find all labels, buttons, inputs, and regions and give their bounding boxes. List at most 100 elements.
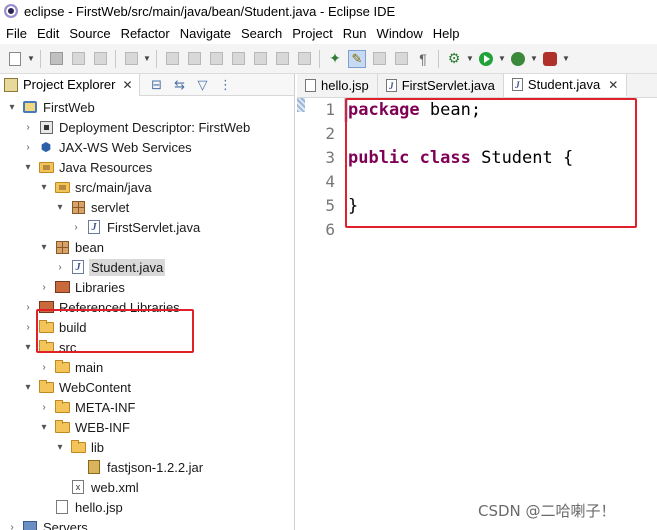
disconnect-icon[interactable] bbox=[229, 50, 247, 68]
expanded-chevron-icon[interactable]: ▾ bbox=[6, 102, 18, 113]
expanded-chevron-icon[interactable]: ▾ bbox=[54, 202, 66, 213]
link-with-editor-icon[interactable]: ⇆ bbox=[171, 76, 189, 94]
collapsed-chevron-icon[interactable]: › bbox=[22, 302, 34, 313]
xml-file-icon: x bbox=[70, 479, 86, 495]
show-whitespace-icon[interactable]: ¶ bbox=[414, 50, 432, 68]
debug-gear-icon[interactable]: ⚙ bbox=[445, 50, 463, 68]
collapsed-chevron-icon[interactable]: › bbox=[6, 522, 18, 530]
tree-item-student-java[interactable]: › J Student.java bbox=[54, 257, 166, 277]
expanded-chevron-icon[interactable]: ▾ bbox=[22, 342, 34, 353]
new-dropdown-icon[interactable]: ▼ bbox=[27, 50, 35, 68]
tab-student-java[interactable]: J Student.java ✕ bbox=[503, 74, 628, 97]
console-dropdown-icon[interactable]: ▼ bbox=[143, 50, 151, 68]
tree-item-deployment-descriptor[interactable]: › Deployment Descriptor: FirstWeb bbox=[22, 117, 252, 137]
collapsed-chevron-icon[interactable]: › bbox=[54, 262, 66, 273]
expanded-chevron-icon[interactable]: ▾ bbox=[38, 242, 50, 253]
tree-item-label: JAX-WS Web Services bbox=[59, 139, 192, 155]
window-title: eclipse - FirstWeb/src/main/java/bean/St… bbox=[24, 3, 396, 19]
tree-item-java-resources[interactable]: ▾ Java Resources bbox=[22, 157, 154, 177]
print-icon[interactable] bbox=[91, 50, 109, 68]
menu-run[interactable]: Run bbox=[338, 26, 372, 41]
tab-firstservlet-java[interactable]: J FirstServlet.java bbox=[378, 74, 504, 97]
collapse-all-icon[interactable]: ⊟ bbox=[148, 76, 166, 94]
menu-help[interactable]: Help bbox=[428, 26, 465, 41]
tree-item-web-inf[interactable]: ▾ WEB-INF bbox=[38, 417, 132, 437]
prev-annotation-icon[interactable] bbox=[392, 50, 410, 68]
menu-project[interactable]: Project bbox=[287, 26, 337, 41]
tree-item-servers[interactable]: › Servers bbox=[6, 517, 90, 530]
tab-hello-jsp[interactable]: hello.jsp bbox=[297, 74, 378, 97]
menu-window[interactable]: Window bbox=[372, 26, 428, 41]
tree-item-label: FirstWeb bbox=[43, 99, 95, 115]
expanded-chevron-icon[interactable]: ▾ bbox=[38, 182, 50, 193]
project-explorer-view: Project Explorer ✕ ⊟ ⇆ ▽ ⋮ ▾ FirstWeb › … bbox=[0, 74, 295, 530]
suspend-icon[interactable] bbox=[185, 50, 203, 68]
new-icon[interactable] bbox=[6, 50, 24, 68]
menu-edit[interactable]: Edit bbox=[32, 26, 64, 41]
tree-item-meta-inf[interactable]: › META-INF bbox=[38, 397, 137, 417]
close-icon[interactable]: ✕ bbox=[608, 78, 618, 92]
coverage-icon[interactable] bbox=[509, 50, 527, 68]
view-menu-icon[interactable]: ⋮ bbox=[217, 76, 235, 94]
menu-navigate[interactable]: Navigate bbox=[175, 26, 236, 41]
project-explorer-icon bbox=[4, 77, 18, 92]
tree-item-jaxws[interactable]: › ⬢ JAX-WS Web Services bbox=[22, 137, 194, 157]
mark-occurrences-icon[interactable]: ✎ bbox=[348, 49, 366, 68]
filter-icon[interactable]: ▽ bbox=[194, 76, 212, 94]
menu-refactor[interactable]: Refactor bbox=[116, 26, 175, 41]
expanded-chevron-icon[interactable]: ▾ bbox=[38, 422, 50, 433]
external-tools-dropdown-icon[interactable]: ▼ bbox=[562, 50, 570, 68]
run-icon[interactable] bbox=[477, 50, 495, 68]
step-over-icon[interactable] bbox=[273, 50, 291, 68]
tree-item-src-main-java[interactable]: ▾ src/main/java bbox=[38, 177, 154, 197]
collapsed-chevron-icon[interactable]: › bbox=[70, 222, 82, 233]
run-dropdown-icon[interactable]: ▼ bbox=[498, 50, 506, 68]
next-annotation-icon[interactable] bbox=[370, 50, 388, 68]
tree-item-firstservlet-java[interactable]: › J FirstServlet.java bbox=[70, 217, 202, 237]
console-icon[interactable] bbox=[122, 50, 140, 68]
resume-icon[interactable] bbox=[163, 50, 181, 68]
tree-item-firstweb[interactable]: ▾ FirstWeb bbox=[6, 97, 97, 117]
open-type-icon[interactable]: ✦ bbox=[326, 50, 344, 68]
tree-item-bean[interactable]: ▾ bean bbox=[38, 237, 106, 257]
step-into-icon[interactable] bbox=[251, 50, 269, 68]
tree-item-webcontent[interactable]: ▾ WebContent bbox=[22, 377, 133, 397]
collapsed-chevron-icon[interactable]: › bbox=[22, 122, 34, 133]
tree-item-lib[interactable]: ▾ lib bbox=[54, 437, 106, 457]
collapsed-chevron-icon[interactable]: › bbox=[38, 362, 50, 373]
terminate-icon[interactable] bbox=[207, 50, 225, 68]
debug-dropdown-icon[interactable]: ▼ bbox=[466, 50, 474, 68]
external-tools-icon[interactable] bbox=[541, 50, 559, 68]
tree-item-label: Student.java bbox=[89, 258, 166, 276]
close-icon[interactable]: ✕ bbox=[122, 78, 132, 92]
collapsed-chevron-icon[interactable]: › bbox=[38, 402, 50, 413]
eclipse-icon bbox=[4, 4, 18, 18]
tab-project-explorer[interactable]: Project Explorer ✕ bbox=[0, 74, 140, 96]
tree-item-servlet[interactable]: ▾ servlet bbox=[54, 197, 131, 217]
tree-item-label: Libraries bbox=[75, 279, 125, 295]
toolbar-separator bbox=[319, 49, 320, 68]
tree-item-fastjson-jar[interactable]: fastjson-1.2.2.jar bbox=[70, 457, 205, 477]
toolbar-separator bbox=[115, 49, 116, 68]
save-all-icon[interactable] bbox=[69, 50, 87, 68]
menu-source[interactable]: Source bbox=[64, 26, 115, 41]
java-resources-icon bbox=[38, 159, 54, 175]
tree-item-main[interactable]: › main bbox=[38, 357, 105, 377]
coverage-dropdown-icon[interactable]: ▼ bbox=[530, 50, 538, 68]
tree-item-label: main bbox=[75, 359, 104, 375]
step-return-icon[interactable] bbox=[295, 50, 313, 68]
collapsed-chevron-icon[interactable]: › bbox=[22, 142, 34, 153]
menu-file[interactable]: File bbox=[0, 26, 32, 41]
expanded-chevron-icon[interactable]: ▾ bbox=[22, 382, 34, 393]
line-number: 3 bbox=[325, 148, 335, 167]
collapsed-chevron-icon[interactable]: › bbox=[22, 322, 34, 333]
tree-item-hello-jsp[interactable]: hello.jsp bbox=[38, 497, 125, 517]
expanded-chevron-icon[interactable]: ▾ bbox=[22, 162, 34, 173]
tree-item-web-xml[interactable]: x web.xml bbox=[54, 477, 141, 497]
collapsed-chevron-icon[interactable]: › bbox=[38, 282, 50, 293]
jaxws-icon: ⬢ bbox=[40, 140, 52, 154]
expanded-chevron-icon[interactable]: ▾ bbox=[54, 442, 66, 453]
save-icon[interactable] bbox=[47, 50, 65, 68]
tree-item-libraries[interactable]: › Libraries bbox=[38, 277, 127, 297]
menu-search[interactable]: Search bbox=[236, 26, 287, 41]
